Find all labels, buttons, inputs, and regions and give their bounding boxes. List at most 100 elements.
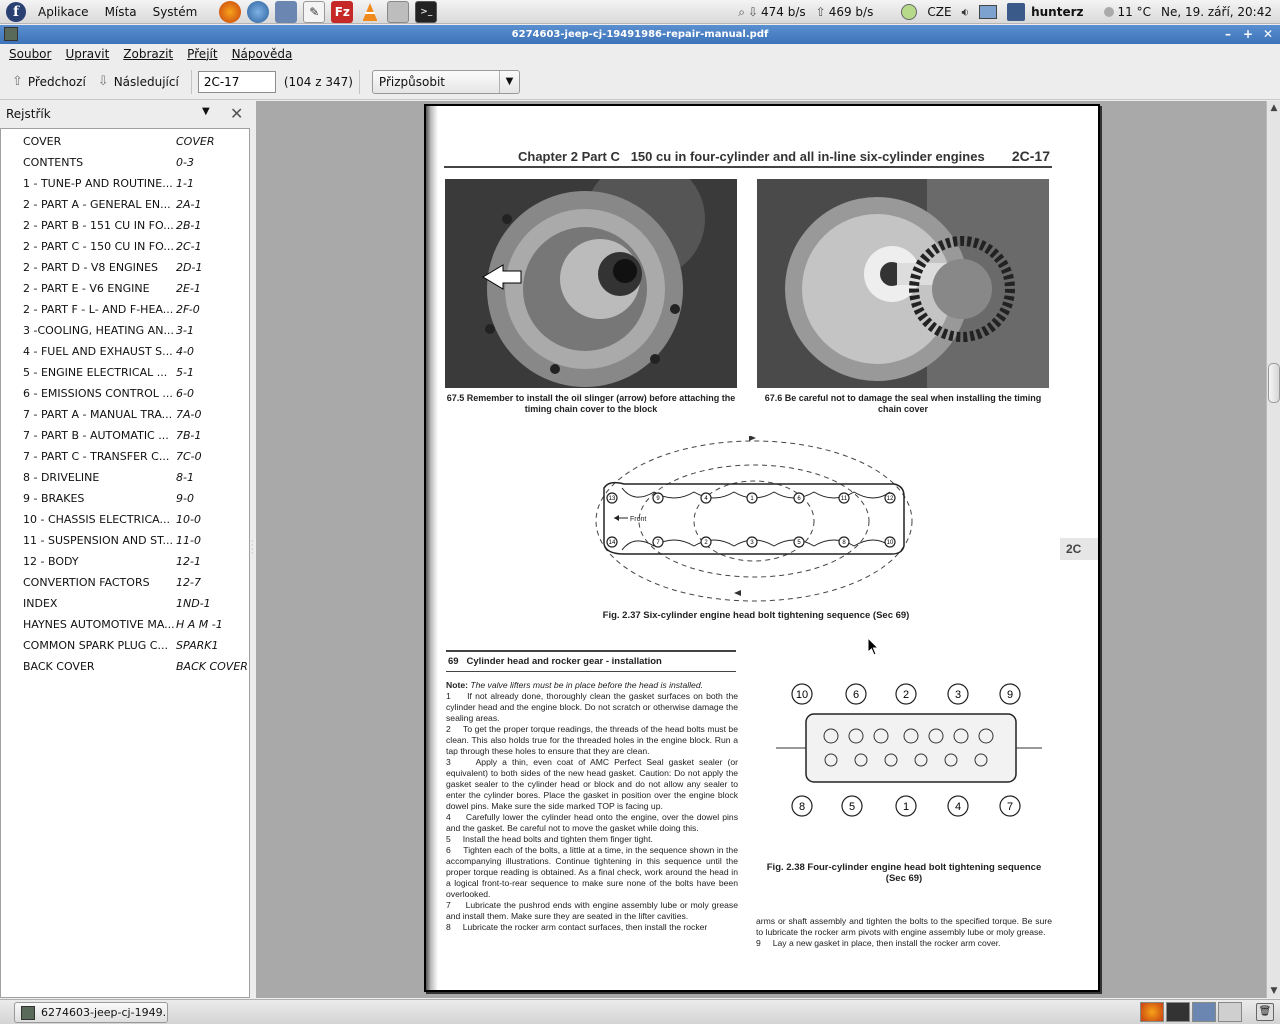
toc-item-title: 3 -COOLING, HEATING AN... xyxy=(23,324,174,337)
bolt-number: 2 xyxy=(903,689,909,701)
toc-item[interactable]: COVER COVER xyxy=(1,131,249,152)
toc-item-page: 2E-1 xyxy=(176,282,201,295)
toc-item[interactable]: HAYNES AUTOMOTIVE MA... H A M -1 xyxy=(1,614,249,635)
menu-edit[interactable]: Upravit xyxy=(58,47,116,61)
close-sidebar-icon[interactable]: ✕ xyxy=(230,104,243,123)
toc-item-page: 7C-0 xyxy=(176,450,202,463)
toc-item-page: 4-0 xyxy=(176,345,194,358)
system-tray: ⌕ ⇩ 474 b/s ⇧ 469 b/s CZE 🔉︎ hunterz 11 °C … xyxy=(738,0,1280,24)
maximize-icon[interactable]: + xyxy=(1240,27,1256,42)
evince-icon[interactable] xyxy=(4,27,18,41)
chapter-title: Chapter 2 Part C 150 cu in four-cylinder… xyxy=(518,149,985,164)
toc-item[interactable]: 5 - ENGINE ELECTRICAL ... 5-1 xyxy=(1,362,249,383)
toc-item[interactable]: 9 - BRAKES 9-0 xyxy=(1,488,249,509)
toc-sidebar: COVER COVER CONTENTS 0-3 1 - TUNE-P AND ROUT… xyxy=(0,128,250,998)
filezilla-icon[interactable]: Fz xyxy=(331,0,354,23)
toc-item-page: 12-7 xyxy=(176,576,201,589)
workspace-2[interactable] xyxy=(1166,1002,1190,1022)
toc-item[interactable]: 10 - CHASSIS ELECTRICA... 10-0 xyxy=(1,509,249,530)
toc-item[interactable]: 2 - PART F - L- AND F-HEA... 2F-0 xyxy=(1,299,249,320)
toc-item[interactable]: 6 - EMISSIONS CONTROL ... 6-0 xyxy=(1,383,249,404)
scrollbar-thumb[interactable] xyxy=(1268,363,1280,403)
chevron-down-icon[interactable]: ▼ xyxy=(202,106,210,117)
toc-item[interactable]: 12 - BODY 12-1 xyxy=(1,551,249,572)
vlc-icon[interactable] xyxy=(359,1,381,23)
toc-item[interactable]: COMMON SPARK PLUG C... SPARK1 xyxy=(1,635,249,656)
toolbar-separator xyxy=(358,69,360,94)
thunderbird-icon[interactable] xyxy=(247,0,270,23)
user-menu[interactable]: hunterz xyxy=(1007,3,1084,21)
toc-item[interactable]: CONVERTION FACTORS 12-7 xyxy=(1,572,249,593)
toc-item-title: 2 - PART E - V6 ENGINE xyxy=(23,282,150,295)
zoom-select[interactable]: Přizpůsobit ▼ xyxy=(371,69,520,94)
sidebar-title[interactable]: Rejstřík xyxy=(6,107,51,121)
toc-item[interactable]: CONTENTS 0-3 xyxy=(1,152,249,173)
toc-item-title: HAYNES AUTOMOTIVE MA... xyxy=(23,618,175,631)
panel-menu-applications[interactable]: Aplikace xyxy=(30,5,97,19)
clock[interactable]: Ne, 19. září, 20:42 xyxy=(1161,5,1272,19)
menu-go[interactable]: Přejít xyxy=(180,47,224,61)
page-number-input[interactable] xyxy=(197,70,276,93)
toc-item[interactable]: 7 - PART A - MANUAL TRA... 7A-0 xyxy=(1,404,249,425)
window-controls: – + ✕ xyxy=(1220,27,1276,42)
toc-item[interactable]: INDEX 1ND-1 xyxy=(1,593,249,614)
screenshot-icon[interactable] xyxy=(387,0,410,23)
firefox-icon[interactable] xyxy=(219,0,242,23)
next-page-button[interactable]: ⇩ Následující xyxy=(92,69,185,95)
previous-page-button[interactable]: ⇧ Předchozí xyxy=(6,69,92,95)
keyboard-layout[interactable]: CZE xyxy=(927,5,951,19)
toc-item[interactable]: 4 - FUEL AND EXHAUST S... 4-0 xyxy=(1,341,249,362)
menu-view[interactable]: Zobrazit xyxy=(116,47,180,61)
minimize-icon[interactable]: – xyxy=(1220,27,1236,42)
toc-item[interactable]: 2 - PART B - 151 CU IN FO... 2B-1 xyxy=(1,215,249,236)
toc-item[interactable]: BACK COVER BACK COVER xyxy=(1,656,249,677)
section-tab: 2C xyxy=(1060,538,1098,560)
toc-item[interactable]: 7 - PART C - TRANSFER C... 7C-0 xyxy=(1,446,249,467)
scroll-down-icon[interactable]: ▼ xyxy=(1267,984,1280,998)
vertical-scrollbar[interactable]: ▲ ▼ xyxy=(1266,101,1280,998)
toc-item[interactable]: 8 - DRIVELINE 8-1 xyxy=(1,467,249,488)
bolt-number: 8 xyxy=(799,801,805,813)
workspace-4[interactable] xyxy=(1218,1002,1242,1022)
workspace-1[interactable] xyxy=(1140,1002,1164,1022)
toc-item-page: 12-1 xyxy=(176,555,201,568)
panel-menus: Aplikace Místa Systém xyxy=(26,5,209,19)
workspace-3[interactable] xyxy=(1192,1002,1216,1022)
chevron-down-icon: ▼ xyxy=(498,70,519,93)
toc-item[interactable]: 2 - PART A - GENERAL EN... 2A-1 xyxy=(1,194,249,215)
network-status-icon[interactable] xyxy=(901,4,918,20)
panel-menu-places[interactable]: Místa xyxy=(97,5,145,19)
window-title: 6274603-jeep-cj-19491986-repair-manual.p… xyxy=(511,29,769,40)
close-icon[interactable]: ✕ xyxy=(1260,27,1276,42)
note-text: The valve lifters must be in place befor… xyxy=(467,680,703,690)
display-icon[interactable] xyxy=(979,5,998,19)
toc-item[interactable]: 7 - PART B - AUTOMATIC ... 7B-1 xyxy=(1,425,249,446)
text-editor-icon[interactable]: ✎ xyxy=(303,0,326,23)
toc-item[interactable]: 11 - SUSPENSION AND ST... 11-0 xyxy=(1,530,249,551)
toc-item-title: 6 - EMISSIONS CONTROL ... xyxy=(23,387,173,400)
window-titlebar[interactable]: 6274603-jeep-cj-19491986-repair-manual.p… xyxy=(0,25,1280,44)
toc-item[interactable]: 2 - PART E - V6 ENGINE 2E-1 xyxy=(1,278,249,299)
bolt-number: 10 xyxy=(887,540,894,546)
toc-item-page: 2C-1 xyxy=(176,240,202,253)
toc-item[interactable]: 2 - PART D - V8 ENGINES 2D-1 xyxy=(1,257,249,278)
toc-item-title: COVER xyxy=(23,135,62,148)
pane-splitter[interactable]: · · · · xyxy=(251,538,255,560)
trash-icon[interactable]: 🗑︎ xyxy=(1256,1003,1274,1021)
taskbar-window-button[interactable]: 6274603-jeep-cj-1949... xyxy=(14,1002,168,1023)
panel-menu-system[interactable]: Systém xyxy=(145,5,206,19)
arrow-down-icon: ⇩ xyxy=(97,74,109,89)
terminal-icon[interactable]: >_ xyxy=(415,0,438,23)
volume-icon[interactable]: 🔉︎ xyxy=(962,5,970,20)
toc-item[interactable]: 3 -COOLING, HEATING AN... 3-1 xyxy=(1,320,249,341)
document-view[interactable]: Chapter 2 Part C 150 cu in four-cylinder… xyxy=(256,101,1266,998)
menu-help[interactable]: Nápověda xyxy=(225,47,300,61)
menu-file[interactable]: Soubor xyxy=(2,47,58,61)
toc-item[interactable]: 2 - PART C - 150 CU IN FO... 2C-1 xyxy=(1,236,249,257)
weather[interactable]: 11 °C xyxy=(1103,5,1151,19)
fedora-logo-icon[interactable]: f xyxy=(6,1,26,22)
file-manager-icon[interactable] xyxy=(275,0,298,23)
net-down-value: 474 b/s xyxy=(761,5,806,19)
scroll-up-icon[interactable]: ▲ xyxy=(1267,101,1280,115)
toc-item[interactable]: 1 - TUNE-P AND ROUTINE... 1-1 xyxy=(1,173,249,194)
